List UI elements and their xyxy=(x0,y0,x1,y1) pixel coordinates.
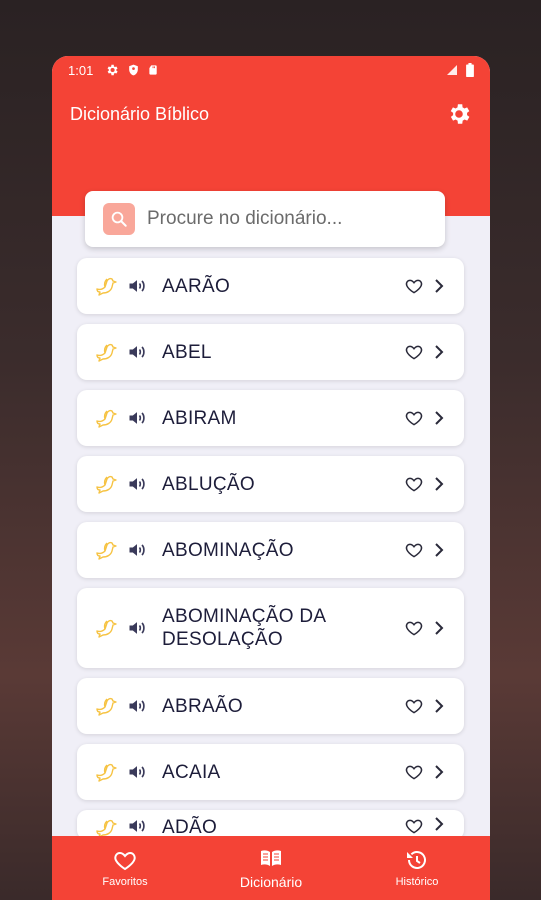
word-label: ABOMINAÇÃO DA DESOLAÇÃO xyxy=(162,606,327,650)
favorite-heart-icon[interactable] xyxy=(404,816,424,836)
battery-icon xyxy=(466,63,474,77)
search-bar xyxy=(85,191,445,247)
dove-icon xyxy=(96,763,117,782)
speaker-icon[interactable] xyxy=(127,540,147,560)
dove-icon xyxy=(96,619,117,638)
dove-icon xyxy=(96,409,117,428)
nav-favoritos-label: Favoritos xyxy=(102,876,148,888)
word-label: ABIRAM xyxy=(162,407,237,429)
word-list: AARÃO ABEL ABIRAM ABLUÇÃO ABOMINAÇÃO ABOMINAÇ… xyxy=(77,258,464,850)
chevron-right-icon xyxy=(435,817,444,831)
word-label: ACAIA xyxy=(162,761,221,783)
dove-icon xyxy=(96,697,117,716)
nav-favoritos[interactable]: Favoritos xyxy=(52,836,198,900)
settings-status-icon xyxy=(107,64,118,76)
speaker-icon[interactable] xyxy=(127,474,147,494)
speaker-icon[interactable] xyxy=(127,342,147,362)
list-item[interactable]: ABEL xyxy=(77,324,464,380)
list-item[interactable]: ABRAÃO xyxy=(77,678,464,734)
favorite-heart-icon[interactable] xyxy=(404,474,424,494)
dove-icon xyxy=(96,475,117,494)
list-item[interactable]: ACAIA xyxy=(77,744,464,800)
dove-icon xyxy=(96,277,117,296)
app-title: Dicionário Bíblico xyxy=(70,103,210,124)
favorite-heart-icon[interactable] xyxy=(404,762,424,782)
list-item[interactable]: ABLUÇÃO xyxy=(77,456,464,512)
nav-dicionario[interactable]: Dicionário xyxy=(198,836,344,900)
word-label: ABOMINAÇÃO xyxy=(162,539,294,561)
speaker-icon[interactable] xyxy=(127,816,147,836)
word-label: ABRAÃO xyxy=(162,695,243,717)
favorite-heart-icon[interactable] xyxy=(404,342,424,362)
speaker-icon[interactable] xyxy=(127,276,147,296)
shield-status-icon xyxy=(129,64,139,76)
word-label: ABEL xyxy=(162,341,212,363)
favorite-heart-icon[interactable] xyxy=(404,540,424,560)
nav-dicionario-label: Dicionário xyxy=(239,874,303,890)
app-screen: 1:01 Dicionário Bíblico AARÃOABELABIRAMA… xyxy=(52,56,490,900)
chevron-right-icon xyxy=(435,543,444,557)
chevron-right-icon xyxy=(435,765,444,779)
search-button[interactable] xyxy=(103,203,135,235)
chevron-right-icon xyxy=(435,699,444,713)
dove-icon xyxy=(96,541,117,560)
favorite-heart-icon[interactable] xyxy=(404,408,424,428)
heart-icon xyxy=(114,851,136,871)
status-time: 1:01 xyxy=(68,62,94,78)
search-icon xyxy=(111,211,127,227)
favorite-heart-icon[interactable] xyxy=(404,276,424,296)
speaker-icon[interactable] xyxy=(127,696,147,716)
history-icon xyxy=(407,851,426,869)
list-item[interactable]: ABIRAM xyxy=(77,390,464,446)
nav-historico[interactable]: Histórico xyxy=(344,836,490,900)
chevron-right-icon xyxy=(435,477,444,491)
nav-historico-label: Histórico xyxy=(395,876,439,888)
signal-icon xyxy=(447,65,457,75)
bottom-navigation: Favoritos Dicionário Histórico xyxy=(52,836,490,900)
word-label: AARÃO xyxy=(162,275,231,297)
chevron-right-icon xyxy=(435,411,444,425)
book-icon xyxy=(261,850,281,866)
list-item[interactable]: ABOMINAÇÃO DA DESOLAÇÃO xyxy=(77,588,464,668)
speaker-icon[interactable] xyxy=(127,762,147,782)
list-item[interactable]: AARÃO xyxy=(77,258,464,314)
favorite-heart-icon[interactable] xyxy=(404,696,424,716)
list-item[interactable]: ABOMINAÇÃO xyxy=(77,522,464,578)
chevron-right-icon xyxy=(435,345,444,359)
favorite-heart-icon[interactable] xyxy=(404,618,424,638)
speaker-icon[interactable] xyxy=(127,618,147,638)
speaker-icon[interactable] xyxy=(127,408,147,428)
search-input[interactable] xyxy=(147,208,427,230)
dove-icon xyxy=(96,343,117,362)
word-label: ABLUÇÃO xyxy=(162,473,255,495)
chevron-right-icon xyxy=(435,279,444,293)
settings-gear-icon[interactable] xyxy=(446,101,472,127)
status-bar: 1:01 xyxy=(52,56,490,84)
chevron-right-icon xyxy=(435,621,444,635)
app-bar: Dicionário Bíblico xyxy=(52,96,490,132)
sd-card-status-icon xyxy=(149,65,158,75)
